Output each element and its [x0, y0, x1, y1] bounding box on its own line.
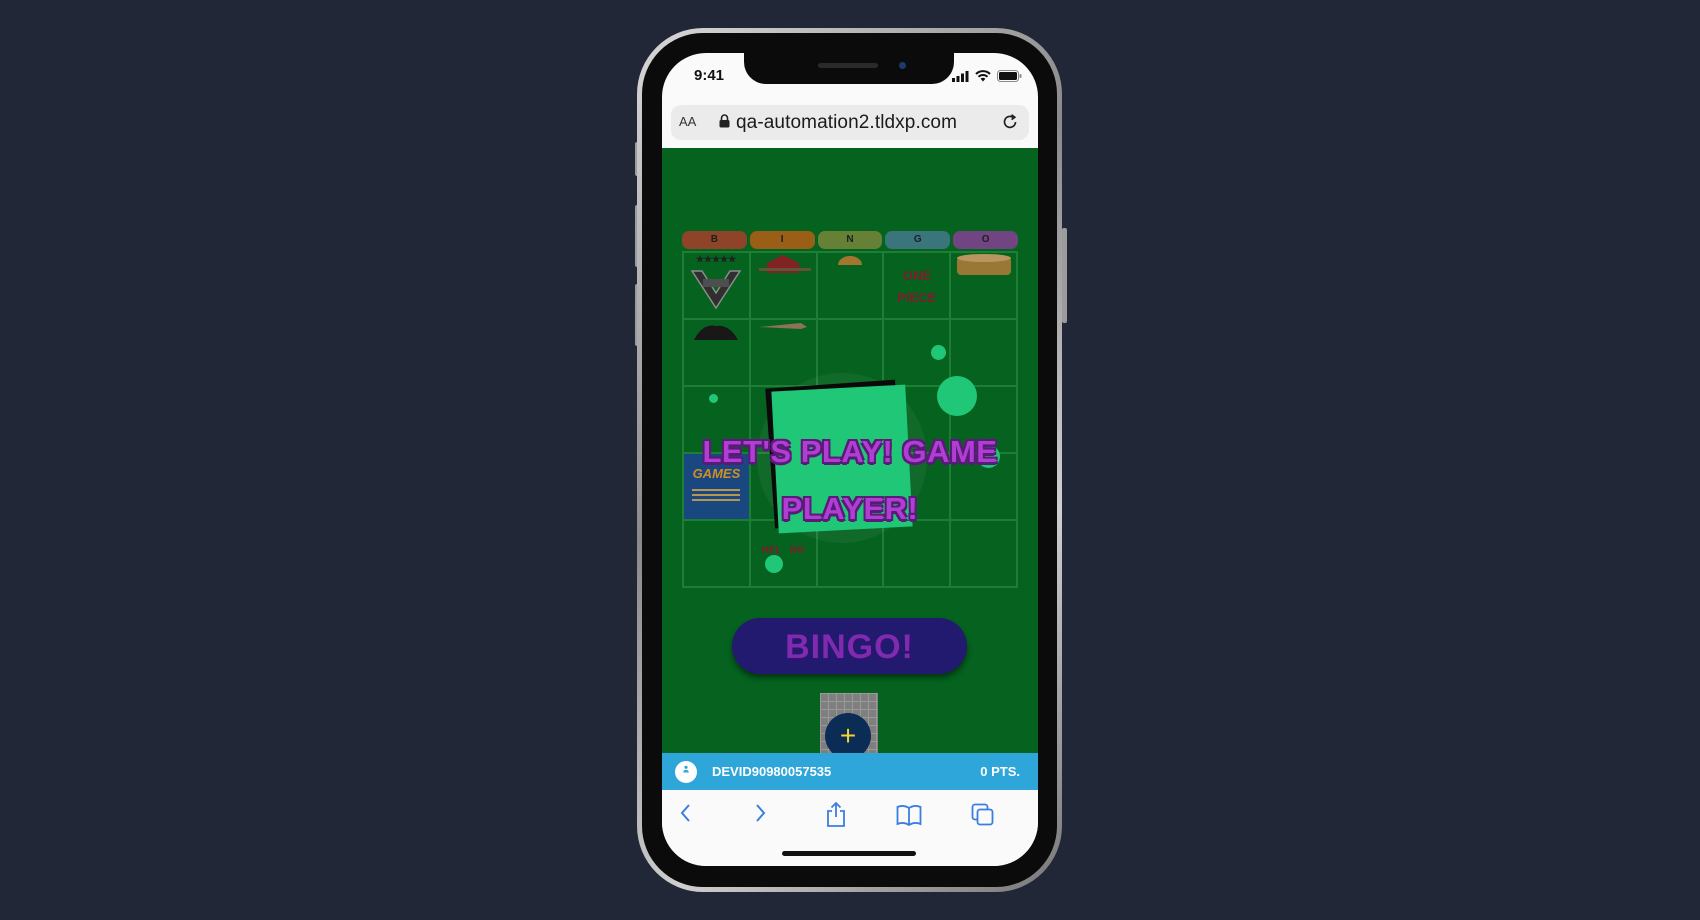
player-name: DEVID90980057535	[712, 764, 832, 779]
reload-icon[interactable]	[1001, 113, 1019, 136]
player-bar: DEVID90980057535 0 PTS.	[662, 753, 1038, 790]
confetti-dot	[765, 555, 783, 573]
battery-icon	[997, 69, 1022, 87]
home-indicator	[782, 851, 916, 856]
back-icon[interactable]	[678, 802, 694, 829]
confetti-dot	[709, 394, 718, 403]
avatar[interactable]	[675, 761, 697, 783]
user-icon	[683, 765, 689, 773]
welcome-line-2: PLAYER!	[781, 491, 919, 526]
power-button	[1062, 228, 1067, 323]
camera	[899, 62, 906, 69]
share-icon[interactable]	[825, 801, 847, 833]
player-points: 0 PTS.	[980, 764, 1020, 779]
forward-icon[interactable]	[752, 802, 768, 829]
phone-screen: 9:41 AA qa-automation2.tldxp.com BIN G O…	[662, 53, 1038, 866]
confetti-dot	[931, 345, 946, 360]
welcome-message: LET'S PLAY! GAME PLAYER!	[682, 423, 1018, 537]
url-display[interactable]: qa-automation2.tldxp.com	[719, 112, 957, 134]
tabs-icon[interactable]	[971, 803, 995, 832]
address-bar[interactable]: AA qa-automation2.tldxp.com	[671, 105, 1029, 140]
signal-icon	[952, 69, 969, 87]
game-page: BINGO ★★★★★ ONE PIECE GAMES HEL NG LET'S PL…	[662, 148, 1038, 753]
notch	[744, 53, 954, 84]
status-time: 9:41	[694, 67, 725, 84]
lock-icon	[719, 112, 730, 134]
welcome-line-1: LET'S PLAY! GAME	[702, 434, 998, 469]
bookmarks-icon[interactable]	[896, 804, 922, 831]
speaker	[818, 63, 878, 68]
url-text: qa-automation2.tldxp.com	[736, 112, 958, 133]
text-size-button[interactable]: AA	[679, 114, 696, 129]
confetti-dot	[937, 376, 977, 416]
status-icons	[952, 69, 1022, 87]
wifi-icon	[975, 69, 991, 87]
bingo-button[interactable]: BINGO!	[732, 618, 967, 674]
add-button[interactable]: +	[825, 713, 871, 753]
